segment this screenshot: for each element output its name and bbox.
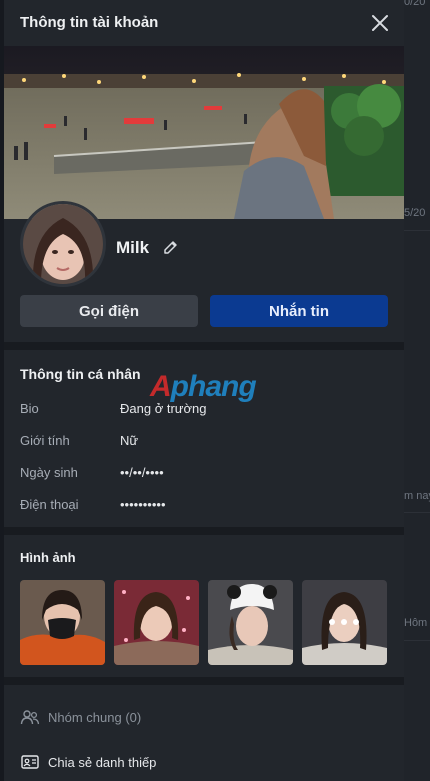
group-icon	[20, 710, 40, 725]
share-contact-card-label: Chia sẻ danh thiếp	[48, 754, 157, 770]
photo-thumbnail[interactable]	[208, 580, 293, 665]
avatar[interactable]	[20, 201, 106, 287]
section-divider	[4, 527, 404, 535]
pencil-icon[interactable]	[162, 238, 180, 256]
phone-value: ••••••••••	[120, 497, 166, 512]
background-snippet: Hôm	[404, 617, 428, 629]
gender-value: Nữ	[120, 433, 139, 448]
background-snippet: 0/20	[404, 0, 426, 8]
divider	[404, 640, 430, 641]
gender-label: Giới tính	[20, 433, 70, 448]
section-divider	[4, 677, 404, 685]
photo-thumbnail[interactable]	[302, 580, 387, 665]
message-button[interactable]: Nhắn tin	[210, 295, 388, 327]
phone-label: Điện thoại	[20, 497, 79, 512]
cover-photo[interactable]	[4, 46, 404, 219]
common-groups-label: Nhóm chung (0)	[48, 709, 142, 725]
divider	[404, 230, 430, 231]
share-contact-card-option[interactable]: Chia sẻ danh thiếp	[20, 751, 156, 773]
background-snippet: 5/20	[404, 207, 426, 219]
background-chat-list: 0/20 5/20 m nay Hôm	[404, 0, 430, 781]
birthday-label: Ngày sinh	[20, 465, 78, 480]
photos-title: Hình ảnh	[20, 550, 76, 565]
background-snippet: m nay	[404, 490, 430, 502]
contact-card-icon	[21, 755, 39, 769]
call-button[interactable]: Gọi điện	[20, 295, 198, 327]
profile-name: Milk	[116, 238, 150, 257]
panel-title: Thông tin tài khoản	[20, 14, 159, 31]
account-info-panel: Thông tin tài khoản Milk Gọi điện Nhắn t…	[4, 0, 404, 781]
panel-header: Thông tin tài khoản	[4, 0, 404, 46]
photo-thumbnail[interactable]	[20, 580, 105, 665]
bio-value: Đang ở trường	[120, 401, 207, 416]
close-icon[interactable]	[368, 11, 392, 35]
watermark-logo: Aphang	[150, 370, 257, 403]
birthday-value: ••/••/••••	[120, 465, 164, 480]
common-groups-option[interactable]: Nhóm chung (0)	[20, 706, 141, 728]
section-divider	[4, 342, 404, 350]
photo-thumbnail[interactable]	[114, 580, 199, 665]
bio-label: Bio	[20, 401, 39, 416]
divider	[404, 512, 430, 513]
personal-info-title: Thông tin cá nhân	[20, 366, 141, 382]
